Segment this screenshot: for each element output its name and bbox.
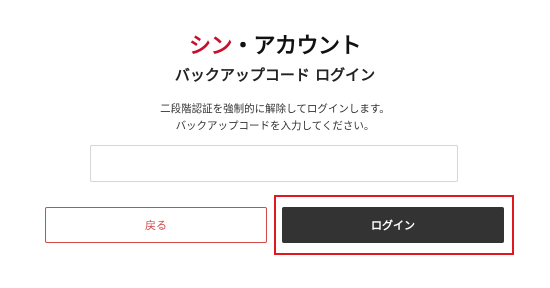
backup-code-input[interactable] [90,145,458,182]
logo-brand-red: シン [188,34,233,59]
login-button[interactable]: ログイン [282,207,504,243]
back-button[interactable]: 戻る [45,207,267,243]
description-line-2: バックアップコードを入力してください。 [175,120,375,132]
description: 二段階認証を強制的に解除してログインします。 バックアップコードを入力してくださ… [0,101,550,135]
logo-brand-dark: ・アカウント [232,34,362,59]
logo: シン・アカウント [0,28,550,60]
page-title: バックアップコード ログイン [174,66,376,84]
description-line-1: 二段階認証を強制的に解除してログインします。 [160,103,390,115]
